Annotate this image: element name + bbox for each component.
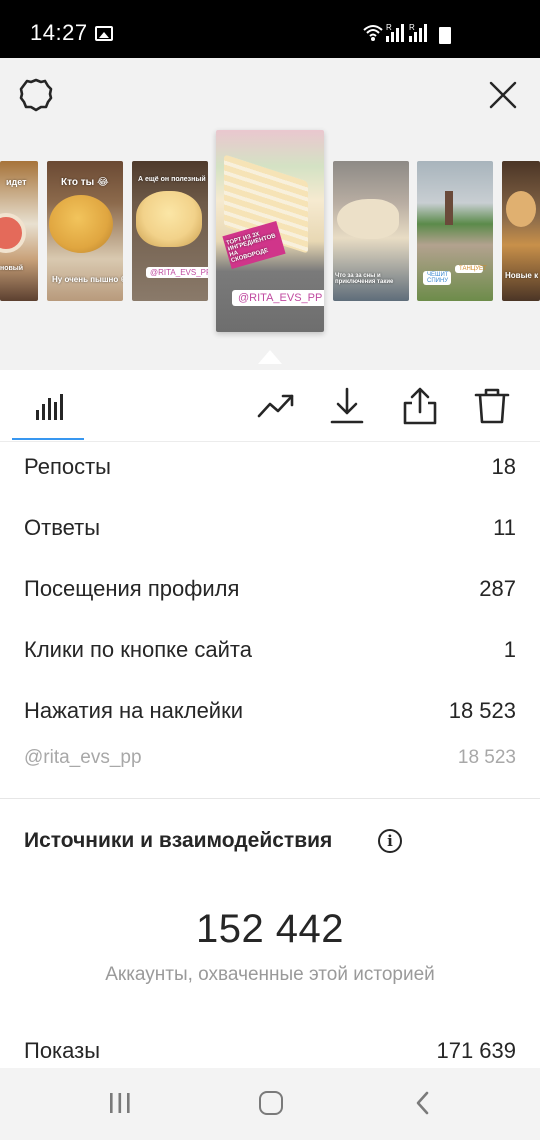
story-thumbnail[interactable]: Новые к — [502, 161, 540, 301]
story-caption: Кто ты 😂 — [61, 177, 109, 188]
story-thumbnail[interactable]: А ещё он полезный ❤ @RITA_EVS_PP — [132, 161, 208, 301]
story-thumbnail-selected[interactable]: ТОРТ ИЗ 3Х ИНГРЕДИЕНТОВ НА СКОВОРОДЕ @RI… — [216, 130, 324, 332]
metric-value: 1 — [503, 637, 516, 662]
story-tag: ТАНЦУЕТ — [455, 265, 487, 273]
reach-value: 152 442 — [195, 907, 345, 951]
story-caption: Что за за сны и приключения такие — [335, 273, 394, 285]
battery-icon — [439, 27, 451, 44]
sticker-username: @rita_evs_pp — [24, 747, 142, 768]
trending-icon[interactable] — [256, 386, 296, 426]
selection-pointer — [258, 350, 282, 364]
back-icon[interactable] — [412, 1090, 434, 1116]
metric-label: Нажатия на наклейки — [24, 698, 244, 723]
metric-value: 18 — [491, 454, 516, 479]
story-tag: @RITA_EVS_PP — [232, 290, 324, 306]
recents-icon[interactable] — [108, 1092, 132, 1114]
metric-value: 287 — [479, 576, 516, 601]
metric-row: Клики по кнопке сайта 1 — [0, 625, 540, 686]
status-bar: 14:27 R R — [0, 0, 540, 58]
metric-value: 18 523 — [448, 698, 516, 723]
impressions-label: Показы — [24, 1038, 101, 1063]
metric-label: Репосты — [24, 454, 111, 479]
action-toolbar — [0, 370, 540, 442]
metrics-list: Репосты 18 Ответы 11 Посещения профиля 2… — [0, 442, 540, 791]
story-tag: ЧЕШИТ СПИНУ — [423, 271, 451, 285]
bar-chart-icon[interactable] — [28, 386, 68, 426]
story-tag: @RITA_EVS_PP — [146, 267, 208, 278]
story-caption: новый — [0, 265, 24, 272]
wifi-icon — [363, 25, 383, 37]
metric-value: 11 — [493, 515, 516, 540]
status-time: 14:27 — [30, 20, 88, 45]
story-caption: Новые к — [505, 271, 539, 280]
section-title: Источники и взаимодействия — [24, 829, 333, 852]
sticker-detail-row: @rita_evs_pp 18 523 — [0, 747, 540, 791]
story-thumbnail[interactable]: ЧЕШИТ СПИНУ ТАНЦУЕТ — [417, 161, 493, 301]
settings-gear-icon[interactable] — [18, 77, 54, 113]
story-carousel: идет новый Кто ты 😂 Ну очень пышно 😋 А е… — [0, 58, 540, 370]
gallery-icon — [95, 26, 113, 41]
home-icon[interactable] — [259, 1091, 283, 1115]
story-thumbnail[interactable]: идет новый — [0, 161, 38, 301]
story-caption: А ещё он полезный ❤ — [138, 176, 208, 183]
sticker-value: 18 523 — [457, 747, 516, 768]
metric-row: Репосты 18 — [0, 442, 540, 503]
reach-caption: Аккаунты, охваченные этой историей — [105, 964, 435, 985]
svg-text:R: R — [386, 23, 392, 32]
story-thumbnail[interactable]: Что за за сны и приключения такие — [333, 161, 409, 301]
metric-label: Клики по кнопке сайта — [24, 637, 252, 662]
share-icon[interactable] — [400, 386, 440, 426]
trash-icon[interactable] — [472, 386, 512, 426]
story-thumbnail[interactable]: Кто ты 😂 Ну очень пышно 😋 — [47, 161, 123, 301]
svg-text:R: R — [409, 23, 415, 32]
story-caption: Ну очень пышно 😋 — [52, 275, 123, 284]
impressions-value: 171 639 — [436, 1038, 516, 1063]
section-divider — [0, 798, 540, 799]
download-icon[interactable] — [327, 386, 367, 426]
impressions-row: Показы 171 639 — [0, 1038, 540, 1068]
active-tab-indicator — [12, 438, 84, 440]
metric-row: Посещения профиля 287 — [0, 564, 540, 625]
info-icon[interactable]: i — [378, 829, 402, 853]
system-nav-bar — [0, 1068, 540, 1140]
metric-label: Посещения профиля — [24, 576, 240, 601]
story-caption: идет — [6, 177, 27, 187]
metric-label: Ответы — [24, 515, 101, 540]
metric-row: Нажатия на наклейки 18 523 — [0, 686, 540, 747]
metric-row: Ответы 11 — [0, 503, 540, 564]
close-icon[interactable] — [488, 80, 518, 110]
